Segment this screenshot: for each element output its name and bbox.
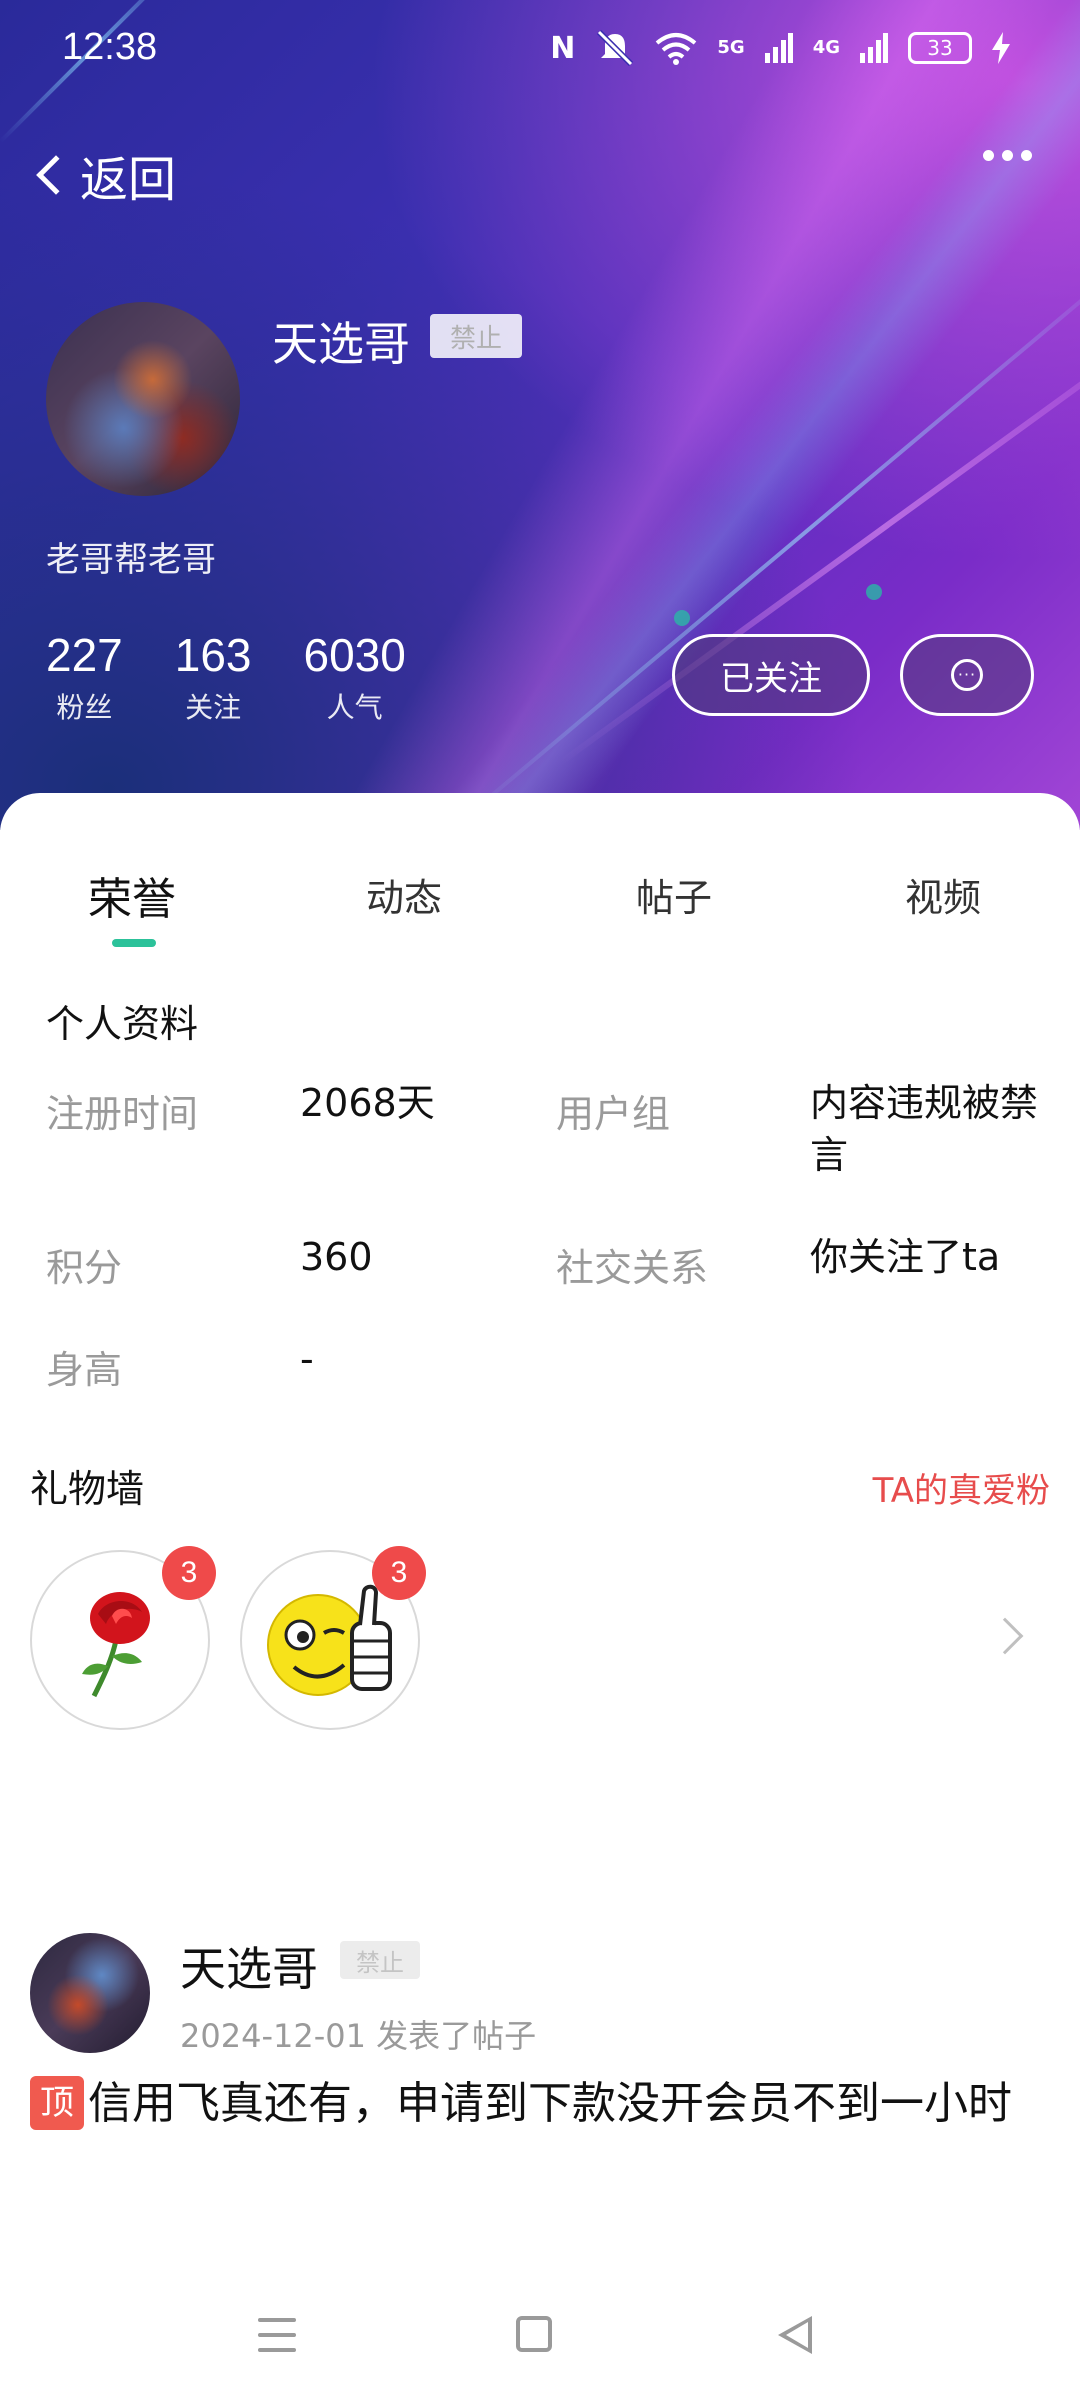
stat-fans[interactable]: 227 粉丝 bbox=[46, 628, 123, 726]
signal-bars-icon bbox=[764, 28, 793, 68]
decorative-dot bbox=[866, 584, 882, 600]
signal-5g-icon: 5G bbox=[717, 37, 745, 58]
more-options-button[interactable] bbox=[983, 150, 1032, 161]
tab-bar: 荣誉 动态 帖子 视频 bbox=[0, 863, 1080, 943]
gift-wall-title: 礼物墙 bbox=[30, 1467, 145, 1511]
info-label-height: 身高 bbox=[46, 1348, 123, 1392]
back-button[interactable]: 返回 bbox=[30, 140, 176, 210]
info-value-points: 360 bbox=[300, 1235, 373, 1279]
menu-line bbox=[258, 2318, 296, 2322]
personal-info-title: 个人资料 bbox=[46, 1002, 199, 1046]
info-label-register-time: 注册时间 bbox=[46, 1092, 199, 1136]
battery-level: 33 bbox=[927, 36, 953, 60]
info-value-register-time: 2068天 bbox=[300, 1081, 435, 1125]
home-button[interactable] bbox=[516, 2316, 552, 2352]
info-label-user-group: 用户组 bbox=[556, 1092, 671, 1136]
profile-stats: 227 粉丝 163 关注 6030 人气 bbox=[46, 628, 458, 726]
gift-item[interactable]: 3 bbox=[240, 1546, 426, 1730]
chevron-right-icon[interactable] bbox=[986, 1617, 1024, 1655]
tab-honor[interactable]: 荣誉 bbox=[88, 863, 176, 927]
gift-item[interactable]: 3 bbox=[30, 1546, 216, 1730]
mute-icon bbox=[595, 28, 635, 68]
rose-icon bbox=[82, 1592, 150, 1698]
message-button[interactable]: ··· bbox=[900, 634, 1034, 716]
post-meta: 2024-12-01 发表了帖子 bbox=[180, 2017, 537, 2055]
gift-count-badge: 3 bbox=[372, 1546, 426, 1600]
profile-bio: 老哥帮老哥 bbox=[46, 540, 216, 580]
charging-icon bbox=[992, 28, 1010, 68]
menu-line bbox=[258, 2333, 296, 2337]
back-label: 返回 bbox=[80, 154, 177, 207]
avatar[interactable] bbox=[46, 302, 240, 496]
stat-popularity: 6030 人气 bbox=[304, 628, 406, 726]
tab-posts[interactable]: 帖子 bbox=[636, 867, 712, 922]
tab-activity[interactable]: 动态 bbox=[366, 867, 442, 922]
stat-value: 163 bbox=[174, 629, 252, 681]
decorative-light-streak bbox=[458, 241, 1080, 824]
pinned-tag: 顶 bbox=[30, 2076, 84, 2130]
profile-content-card: 荣誉 动态 帖子 视频 个人资料 注册时间 2068天 用户组 内容违规被禁言 … bbox=[0, 793, 1080, 2400]
stat-label: 人气 bbox=[326, 691, 383, 724]
info-value-height: - bbox=[300, 1337, 314, 1381]
signal-bars-icon bbox=[860, 28, 888, 68]
stat-value: 227 bbox=[46, 629, 123, 681]
status-icons: N 5G 4G 33 bbox=[550, 28, 1010, 68]
stat-following[interactable]: 163 关注 bbox=[175, 628, 252, 726]
status-bar: 12:38 N 5G 4G 33 bbox=[0, 0, 1080, 100]
tab-videos[interactable]: 视频 bbox=[905, 867, 981, 922]
profile-username: 天选哥 bbox=[272, 318, 410, 370]
signal-4g-icon: 4G bbox=[812, 37, 840, 58]
active-tab-indicator bbox=[112, 939, 156, 947]
system-navigation-bar bbox=[0, 2270, 1080, 2400]
more-dot bbox=[1021, 150, 1032, 161]
stat-label: 关注 bbox=[185, 691, 242, 724]
info-label-social: 社交关系 bbox=[556, 1246, 709, 1290]
recent-apps-button[interactable] bbox=[258, 2318, 296, 2352]
post-author-avatar[interactable] bbox=[30, 1933, 150, 2053]
true-fans-link[interactable]: TA的真爱粉 bbox=[873, 1463, 1050, 1512]
battery-icon: 33 bbox=[908, 32, 972, 64]
decorative-dot bbox=[674, 610, 690, 626]
chat-bubble-icon: ··· bbox=[951, 659, 983, 691]
stat-label: 粉丝 bbox=[56, 691, 113, 724]
status-time: 12:38 bbox=[62, 26, 158, 68]
stat-value: 6030 bbox=[303, 629, 406, 681]
post-author-name[interactable]: 天选哥 bbox=[180, 1933, 318, 1999]
gift-count-badge: 3 bbox=[162, 1546, 216, 1600]
status-badge: 禁止 bbox=[430, 314, 522, 358]
info-value-user-group: 内容违规被禁言 bbox=[810, 1081, 1039, 1177]
info-label-points: 积分 bbox=[46, 1246, 123, 1290]
chevron-left-icon bbox=[36, 155, 76, 195]
more-dot bbox=[983, 150, 994, 161]
follow-button[interactable]: 已关注 bbox=[672, 634, 870, 716]
nfc-icon: N bbox=[550, 30, 576, 66]
system-back-button[interactable] bbox=[778, 2316, 812, 2354]
wifi-icon bbox=[655, 28, 697, 68]
post-content[interactable]: 顶信用飞真还有，申请到下款没开会员不到一小时 bbox=[30, 2073, 1060, 2135]
info-value-social: 你关注了ta bbox=[810, 1235, 1001, 1279]
more-dot bbox=[1002, 150, 1013, 161]
thumbs-up-emoji-icon bbox=[267, 1584, 392, 1696]
post-text: 信用飞真还有，申请到下款没开会员不到一小时 bbox=[88, 2078, 1012, 2129]
menu-line bbox=[258, 2348, 296, 2352]
chat-bubble-dots: ··· bbox=[957, 665, 977, 684]
post-status-badge: 禁止 bbox=[340, 1941, 420, 1979]
